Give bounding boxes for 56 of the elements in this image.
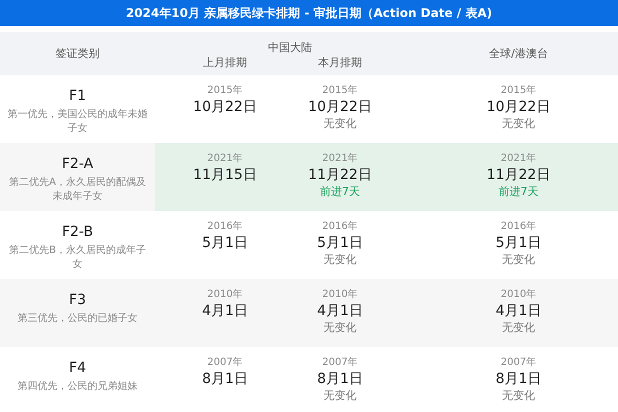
year-text: 2021年: [322, 152, 358, 166]
category-description: 第四优先，公民的兄弟姐妹: [16, 380, 138, 394]
change-text: 前进7天: [320, 184, 360, 200]
date-text: 4月1日: [202, 302, 248, 320]
date-text: 8月1日: [317, 370, 363, 388]
year-text: 2016年: [322, 220, 358, 234]
category-description: 第三优先，公民的已婚子女: [16, 312, 138, 326]
date-text: 8月1日: [202, 370, 248, 388]
year-text: 2007年: [322, 356, 358, 370]
change-text: 无变化: [502, 320, 535, 336]
year-text: 2016年: [207, 220, 243, 234]
date-text: 10月22日: [193, 98, 257, 116]
change-text: 前进7天: [498, 184, 538, 200]
change-text: 无变化: [324, 388, 356, 404]
year-text: 2007年: [500, 356, 536, 370]
column-header: 签证类别: [56, 46, 100, 61]
category-description: 第二优先A，永久居民的配偶及未成年子女: [8, 176, 147, 204]
date-text: 11月15日: [193, 166, 257, 184]
change-text: 无变化: [324, 116, 356, 132]
date-text: 8月1日: [496, 370, 542, 388]
date-text: 4月1日: [317, 302, 363, 320]
change-text: 无变化: [324, 320, 356, 336]
date-text: 11月22日: [308, 166, 372, 184]
category-code: F3: [69, 291, 86, 309]
category-description: 第一优先，美国公民的成年未婚子女: [8, 108, 148, 136]
year-text: 2015年: [500, 84, 536, 98]
date-text: 10月22日: [308, 98, 372, 116]
date-text: 5月1日: [317, 234, 363, 252]
date-text: 10月22日: [486, 98, 550, 116]
date-text: 4月1日: [496, 302, 542, 320]
category-code: F1: [69, 87, 86, 105]
column-header: 全球/港澳台: [489, 46, 548, 61]
category-code: F2-B: [62, 223, 94, 241]
date-text: 5月1日: [496, 234, 542, 252]
year-text: 2021年: [500, 152, 536, 166]
year-text: 2007年: [207, 356, 243, 370]
column-header: 上月排期: [203, 54, 247, 70]
year-text: 2010年: [207, 288, 243, 302]
year-text: 2010年: [500, 288, 536, 302]
date-text: 5月1日: [202, 234, 248, 252]
category-description: 第二优先B，永久居民的成年子女: [8, 244, 147, 272]
category-code: F2-A: [62, 155, 94, 173]
category-code: F4: [69, 359, 86, 377]
change-text: 无变化: [502, 388, 535, 404]
year-text: 2021年: [207, 152, 243, 166]
year-text: 2015年: [322, 84, 358, 98]
date-text: 11月22日: [486, 166, 550, 184]
change-text: 无变化: [324, 252, 356, 268]
year-text: 2016年: [500, 220, 536, 234]
year-text: 2010年: [322, 288, 358, 302]
column-group-header: 中国大陆: [267, 40, 312, 54]
column-header: 本月排期: [318, 54, 362, 70]
table-title: 2024年10月 亲属移民绿卡排期 - 审批日期（Action Date / 表A): [0, 0, 618, 26]
change-text: 无变化: [502, 116, 535, 132]
year-text: 2015年: [207, 84, 243, 98]
change-text: 无变化: [502, 252, 535, 268]
